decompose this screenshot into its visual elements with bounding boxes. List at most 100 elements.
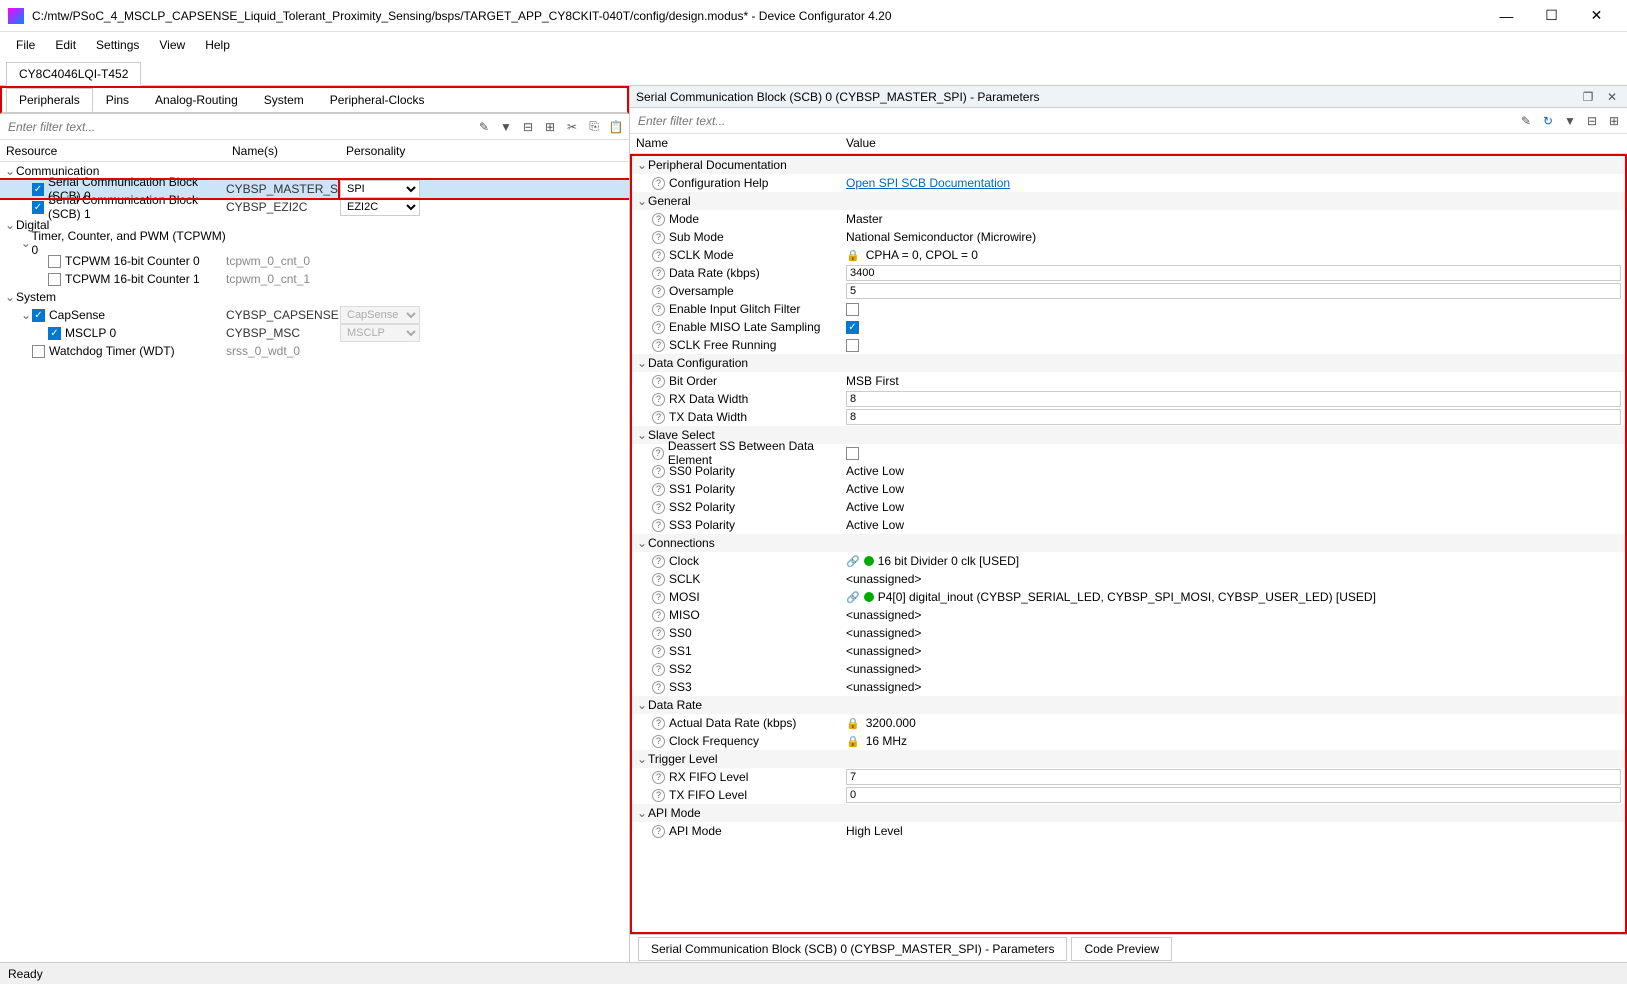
- group-datarate[interactable]: ⌄Data Rate: [632, 696, 1625, 714]
- help-icon[interactable]: ?: [652, 447, 664, 460]
- value-submode[interactable]: National Semiconductor (Microwire): [842, 230, 1625, 244]
- menu-view[interactable]: View: [149, 35, 195, 55]
- help-icon[interactable]: ?: [652, 501, 665, 514]
- checkbox-miso-late[interactable]: ✓: [846, 321, 859, 334]
- help-icon[interactable]: ?: [652, 231, 665, 244]
- value-ss3pol[interactable]: Active Low: [842, 518, 1625, 532]
- help-icon[interactable]: ?: [652, 609, 665, 622]
- value-clock[interactable]: 🔗16 bit Divider 0 clk [USED]: [842, 554, 1625, 568]
- checkbox-sclkfree[interactable]: [846, 339, 859, 352]
- tree-group-system[interactable]: ⌄System: [0, 288, 629, 306]
- personality-select-scb0[interactable]: SPI: [340, 180, 420, 198]
- value-miso[interactable]: <unassigned>: [842, 608, 1625, 622]
- help-icon[interactable]: ?: [652, 465, 665, 478]
- help-icon[interactable]: ?: [652, 213, 665, 226]
- bottom-tab-code[interactable]: Code Preview: [1071, 937, 1172, 961]
- expand-icon[interactable]: ⊞: [541, 118, 559, 136]
- input-rxwidth[interactable]: [846, 391, 1621, 407]
- checkbox-wdt[interactable]: [32, 345, 45, 358]
- help-icon[interactable]: ?: [652, 285, 665, 298]
- help-icon[interactable]: ?: [652, 303, 665, 316]
- tab-analog-routing[interactable]: Analog-Routing: [142, 88, 251, 112]
- right-filter-input[interactable]: [634, 111, 1513, 131]
- pencil-icon[interactable]: ✎: [1517, 112, 1535, 130]
- value-ss2[interactable]: <unassigned>: [842, 662, 1625, 676]
- value-ss1pol[interactable]: Active Low: [842, 482, 1625, 496]
- collapse-icon[interactable]: ⊟: [1583, 112, 1601, 130]
- expand-icon[interactable]: ⊞: [1605, 112, 1623, 130]
- cut-icon[interactable]: ✂: [563, 118, 581, 136]
- checkbox-deassert[interactable]: [846, 447, 859, 460]
- group-general[interactable]: ⌄General: [632, 192, 1625, 210]
- group-dataconfig[interactable]: ⌄Data Configuration: [632, 354, 1625, 372]
- maximize-button[interactable]: ☐: [1529, 1, 1574, 31]
- device-tab[interactable]: CY8C4046LQI-T452: [6, 62, 141, 86]
- value-sclk[interactable]: <unassigned>: [842, 572, 1625, 586]
- left-filter-input[interactable]: [4, 117, 471, 137]
- menu-edit[interactable]: Edit: [45, 35, 86, 55]
- help-icon[interactable]: ?: [652, 825, 665, 838]
- tree-row-scb1[interactable]: ✓Serial Communication Block (SCB) 1 CYBS…: [0, 198, 629, 216]
- personality-select-scb1[interactable]: EZI2C: [340, 198, 420, 216]
- tab-peripheral-clocks[interactable]: Peripheral-Clocks: [317, 88, 438, 112]
- group-apimode[interactable]: ⌄API Mode: [632, 804, 1625, 822]
- value-ss0pol[interactable]: Active Low: [842, 464, 1625, 478]
- tree-row-wdt[interactable]: Watchdog Timer (WDT) srss_0_wdt_0: [0, 342, 629, 360]
- restore-panel-icon[interactable]: ❐: [1579, 88, 1597, 106]
- value-mosi[interactable]: 🔗P4[0] digital_inout (CYBSP_SERIAL_LED, …: [842, 590, 1625, 604]
- copy-icon[interactable]: ⎘: [585, 118, 603, 136]
- help-icon[interactable]: ?: [652, 771, 665, 784]
- tree-row-capsense[interactable]: ⌄✓CapSense CYBSP_CAPSENSE CapSense: [0, 306, 629, 324]
- menu-file[interactable]: File: [6, 35, 45, 55]
- help-icon[interactable]: ?: [652, 411, 665, 424]
- tab-system[interactable]: System: [251, 88, 317, 112]
- value-ss3[interactable]: <unassigned>: [842, 680, 1625, 694]
- help-icon[interactable]: ?: [652, 339, 665, 352]
- checkbox-scb1[interactable]: ✓: [32, 201, 44, 214]
- value-ss0[interactable]: <unassigned>: [842, 626, 1625, 640]
- bottom-tab-params[interactable]: Serial Communication Block (SCB) 0 (CYBS…: [638, 937, 1067, 961]
- help-icon[interactable]: ?: [652, 735, 665, 748]
- checkbox-capsense[interactable]: ✓: [32, 309, 45, 322]
- help-icon[interactable]: ?: [652, 321, 665, 334]
- help-icon[interactable]: ?: [652, 573, 665, 586]
- refresh-icon[interactable]: ↻: [1539, 112, 1557, 130]
- help-icon[interactable]: ?: [652, 555, 665, 568]
- help-icon[interactable]: ?: [652, 249, 665, 262]
- help-icon[interactable]: ?: [652, 393, 665, 406]
- help-icon[interactable]: ?: [652, 519, 665, 532]
- tree-row-cnt0[interactable]: TCPWM 16-bit Counter 0 tcpwm_0_cnt_0: [0, 252, 629, 270]
- help-icon[interactable]: ?: [652, 483, 665, 496]
- paste-icon[interactable]: 📋: [607, 118, 625, 136]
- input-txwidth[interactable]: [846, 409, 1621, 425]
- help-icon[interactable]: ?: [652, 627, 665, 640]
- input-txfifo[interactable]: [846, 787, 1621, 803]
- help-icon[interactable]: ?: [652, 375, 665, 388]
- checkbox-glitch[interactable]: [846, 303, 859, 316]
- input-oversample[interactable]: [846, 283, 1621, 299]
- menu-help[interactable]: Help: [195, 35, 240, 55]
- doc-link[interactable]: Open SPI SCB Documentation: [846, 176, 1010, 190]
- tab-pins[interactable]: Pins: [93, 88, 142, 112]
- value-ss2pol[interactable]: Active Low: [842, 500, 1625, 514]
- help-icon[interactable]: ?: [652, 663, 665, 676]
- value-apimode[interactable]: High Level: [842, 824, 1625, 838]
- checkbox-msclp[interactable]: ✓: [48, 327, 61, 340]
- minimize-button[interactable]: —: [1484, 1, 1529, 31]
- help-icon[interactable]: ?: [652, 177, 665, 190]
- tab-peripherals[interactable]: Peripherals: [6, 88, 93, 112]
- tree-row-cnt1[interactable]: TCPWM 16-bit Counter 1 tcpwm_0_cnt_1: [0, 270, 629, 288]
- menu-settings[interactable]: Settings: [86, 35, 149, 55]
- value-mode[interactable]: Master: [842, 212, 1625, 226]
- group-connections[interactable]: ⌄Connections: [632, 534, 1625, 552]
- help-icon[interactable]: ?: [652, 591, 665, 604]
- close-panel-icon[interactable]: ✕: [1603, 88, 1621, 106]
- input-datarate[interactable]: [846, 265, 1621, 281]
- filter-icon[interactable]: ▼: [1561, 112, 1579, 130]
- input-rxfifo[interactable]: [846, 769, 1621, 785]
- help-icon[interactable]: ?: [652, 267, 665, 280]
- help-icon[interactable]: ?: [652, 645, 665, 658]
- collapse-icon[interactable]: ⊟: [519, 118, 537, 136]
- tree-row-tcpwm[interactable]: ⌄Timer, Counter, and PWM (TCPWM) 0: [0, 234, 629, 252]
- group-trigger[interactable]: ⌄Trigger Level: [632, 750, 1625, 768]
